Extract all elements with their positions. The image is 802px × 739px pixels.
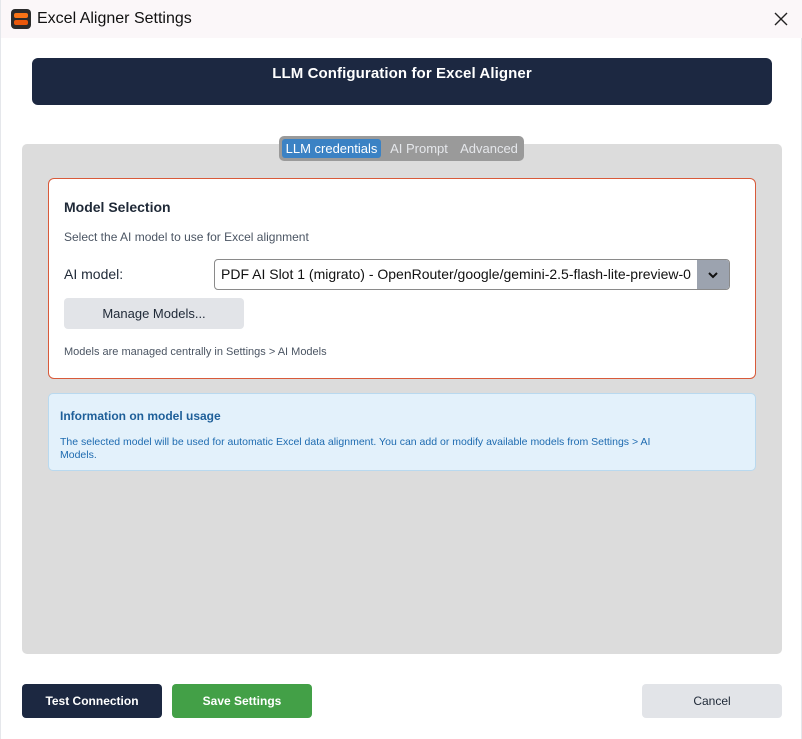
info-text: The selected model will be used for auto… <box>60 436 651 461</box>
settings-window: Excel Aligner Settings LLM Configuration… <box>0 0 802 739</box>
tab-ai-prompt[interactable]: AI Prompt <box>385 139 453 158</box>
ai-model-label: AI model: <box>64 266 124 282</box>
tab-llm-credentials[interactable]: LLM credentials <box>282 139 381 158</box>
model-selection-title: Model Selection <box>64 199 171 215</box>
dropdown-button[interactable] <box>697 260 729 289</box>
test-connection-button[interactable]: Test Connection <box>22 684 162 718</box>
model-selection-subtitle: Select the AI model to use for Excel ali… <box>64 230 309 244</box>
cancel-button[interactable]: Cancel <box>642 684 782 718</box>
page-title: LLM Configuration for Excel Aligner <box>272 65 532 82</box>
tab-bar: LLM credentials AI Prompt Advanced <box>279 136 524 161</box>
close-icon <box>774 12 788 26</box>
header-banner: LLM Configuration for Excel Aligner <box>32 58 772 105</box>
close-button[interactable] <box>765 4 797 34</box>
window-title: Excel Aligner Settings <box>37 10 192 27</box>
tab-advanced[interactable]: Advanced <box>457 139 521 158</box>
models-note: Models are managed centrally in Settings… <box>64 346 327 358</box>
save-settings-button[interactable]: Save Settings <box>172 684 312 718</box>
manage-models-button[interactable]: Manage Models... <box>64 298 244 329</box>
ai-model-value: PDF AI Slot 1 (migrato) - OpenRouter/goo… <box>221 266 691 282</box>
title-bar: Excel Aligner Settings <box>1 0 802 38</box>
app-logo-icon <box>11 9 31 29</box>
info-title: Information on model usage <box>60 409 221 423</box>
ai-model-select[interactable]: PDF AI Slot 1 (migrato) - OpenRouter/goo… <box>214 259 730 290</box>
chevron-down-icon <box>708 271 718 278</box>
info-box: Information on model usage The selected … <box>48 393 756 471</box>
model-selection-card: Model Selection Select the AI model to u… <box>48 178 756 379</box>
